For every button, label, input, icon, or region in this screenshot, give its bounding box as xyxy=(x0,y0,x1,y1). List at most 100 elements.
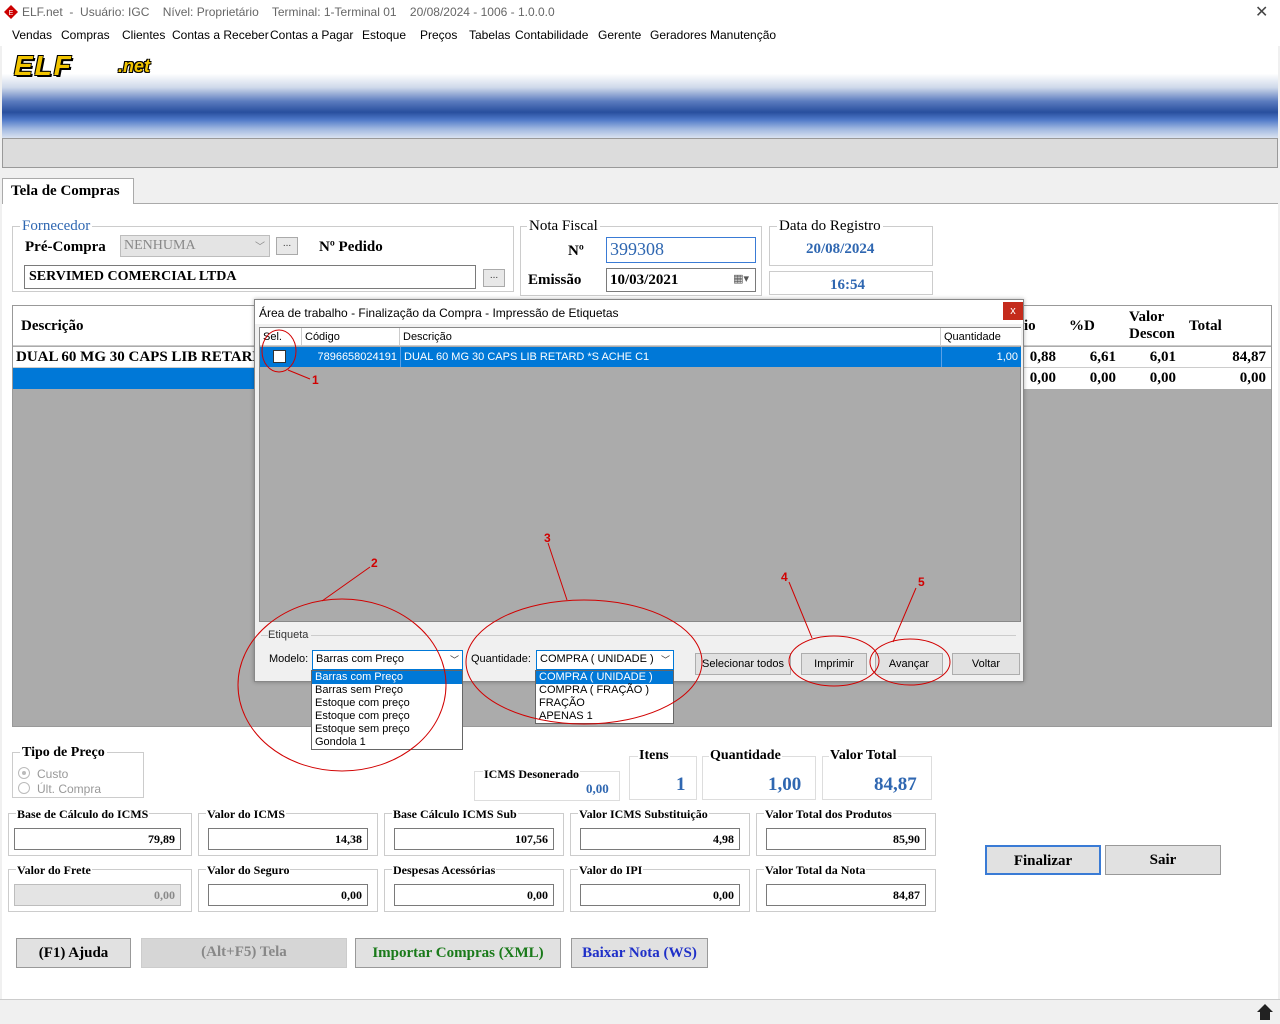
importar-compras-button[interactable]: Importar Compras (XML) xyxy=(355,938,561,968)
menu-contas-receber[interactable]: Contas a Receber xyxy=(172,28,269,42)
col-total: Total xyxy=(1189,318,1222,334)
menu-clientes[interactable]: Clientes xyxy=(122,28,165,42)
sair-button[interactable]: Sair xyxy=(1105,845,1221,875)
menu-gerente[interactable]: Gerente xyxy=(598,28,641,42)
list-item[interactable]: Barras com Preço xyxy=(312,671,462,684)
row2-pd: 0,00 xyxy=(1089,370,1116,386)
row-checkbox[interactable] xyxy=(273,350,286,363)
emissao-date-field[interactable]: 10/03/2021 ▦▾ xyxy=(606,268,756,292)
valor-total-produtos-field[interactable]: 85,90 xyxy=(766,828,926,850)
baixar-nota-button[interactable]: Baixar Nota (WS) xyxy=(571,938,708,968)
quantidade-select[interactable]: COMPRA ( UNIDADE ) ﹀ xyxy=(536,650,674,670)
toolbar-strip xyxy=(2,138,1278,168)
pre-compra-select[interactable]: NENHUMA ﹀ xyxy=(120,235,270,257)
list-item[interactable]: Estoque com preço xyxy=(312,697,462,710)
status-bar xyxy=(0,999,1280,1024)
window-title: ELF.net - Usuário: IGC Nível: Proprietár… xyxy=(22,5,555,19)
list-item[interactable]: Barras sem Preço xyxy=(312,684,462,697)
col-descricao-modal: Descrição xyxy=(400,328,941,346)
despesas-acessorias-field[interactable]: 0,00 xyxy=(394,884,554,906)
close-window-icon[interactable]: ✕ xyxy=(1255,2,1268,22)
tela-button: (Alt+F5) Tela xyxy=(141,938,347,968)
tipo-preco-label: Tipo de Preço xyxy=(20,745,107,761)
base-calculo-icms-sub-label: Base Cálculo ICMS Sub xyxy=(392,807,518,822)
finalizar-button[interactable]: Finalizar xyxy=(985,845,1101,875)
nf-numero-field[interactable]: 399308 xyxy=(606,237,756,263)
icms-desonerado-label: ICMS Desonerado xyxy=(483,767,580,782)
quantidade-total-value: 1,00 xyxy=(768,774,802,795)
menu-contas-pagar[interactable]: Contas a Pagar xyxy=(270,28,353,42)
etiquetas-grid: Sel. Código Descrição Quantidade 7896658… xyxy=(259,327,1021,622)
registro-time: 16:54 xyxy=(830,277,865,293)
row-sel-cell xyxy=(260,347,302,367)
col-pd: %D xyxy=(1069,318,1095,334)
quantidade-dropdown-list: COMPRA ( UNIDADE ) COMPRA ( FRAÇÃO ) FRA… xyxy=(535,670,674,724)
radio-ult-compra-label: Últ. Compra xyxy=(37,782,102,796)
imprimir-button[interactable]: Imprimir xyxy=(801,653,867,675)
valor-total-produtos-label: Valor Total dos Produtos xyxy=(764,807,893,822)
list-item[interactable]: Estoque sem preço xyxy=(312,723,462,736)
calendar-icon[interactable]: ▦▾ xyxy=(733,272,749,285)
annotation-3: 3 xyxy=(544,531,551,545)
dialog-title: Área de trabalho - Finalização da Compra… xyxy=(255,300,1023,324)
despesas-acessorias-label: Despesas Acessórias xyxy=(392,863,497,878)
menu-contabilidade[interactable]: Contabilidade xyxy=(515,28,588,42)
valor-icms-substituicao-field[interactable]: 4,98 xyxy=(580,828,740,850)
tab-tela-compras[interactable]: Tela de Compras xyxy=(2,178,134,204)
row2-total: 0,00 xyxy=(1239,370,1266,386)
menu-estoque[interactable]: Estoque xyxy=(362,28,406,42)
row-quantidade: 1,00 xyxy=(941,347,1021,367)
list-item[interactable]: Gondola 1 xyxy=(312,736,462,749)
valor-total-nota-label: Valor Total da Nota xyxy=(764,863,867,878)
ajuda-button[interactable]: (F1) Ajuda xyxy=(16,938,131,968)
chevron-down-icon: ﹀ xyxy=(449,655,459,665)
itens-value: 1 xyxy=(676,774,686,795)
menu-vendas[interactable]: Vendas xyxy=(12,28,52,42)
emissao-label: Emissão xyxy=(528,272,582,288)
menu-compras[interactable]: Compras xyxy=(61,28,110,42)
pedido-label: Nº Pedido xyxy=(319,239,383,255)
menu-tabelas[interactable]: Tabelas xyxy=(469,28,510,42)
voltar-button[interactable]: Voltar xyxy=(952,653,1020,675)
logo-text: ELF xyxy=(14,50,73,81)
title-bar: E ELF.net - Usuário: IGC Nível: Propriet… xyxy=(0,0,1280,24)
valor-ipi-field[interactable]: 0,00 xyxy=(580,884,740,906)
radio-ult-compra[interactable] xyxy=(18,782,30,794)
row2-valor: 0,00 xyxy=(1149,370,1176,386)
avancar-button[interactable]: Avançar xyxy=(875,653,943,675)
radio-custo[interactable] xyxy=(18,767,30,779)
pre-compra-lookup-button[interactable]: ... xyxy=(276,237,298,255)
list-item[interactable]: FRAÇÃO xyxy=(536,697,673,710)
list-item[interactable]: COMPRA ( UNIDADE ) xyxy=(536,671,673,684)
valor-seguro-field[interactable]: 0,00 xyxy=(208,884,368,906)
etiqueta-divider xyxy=(261,635,1016,636)
row2-io: 0,00 xyxy=(1029,370,1056,386)
pre-compra-value: NENHUMA xyxy=(124,238,196,253)
menu-precos[interactable]: Preços xyxy=(420,28,457,42)
valor-total-nota-field[interactable]: 84,87 xyxy=(766,884,926,906)
dialog-close-button[interactable]: x xyxy=(1003,302,1023,320)
list-item[interactable]: COMPRA ( FRAÇÃO ) xyxy=(536,684,673,697)
modelo-select[interactable]: Barras com Preço ﹀ xyxy=(312,650,463,670)
app-logo-icon: E xyxy=(4,5,18,19)
list-item[interactable]: Estoque com preço xyxy=(312,710,462,723)
selecionar-todos-button[interactable]: Selecionar todos xyxy=(695,653,791,675)
menu-geradores[interactable]: Geradores xyxy=(650,28,707,42)
itens-label: Itens xyxy=(638,748,670,764)
menu-manutencao[interactable]: Manutenção xyxy=(710,28,776,42)
registro-date: 20/08/2024 xyxy=(806,241,875,257)
base-calculo-icms-field[interactable]: 79,89 xyxy=(14,828,181,850)
list-item[interactable]: APENAS 1 xyxy=(536,710,673,723)
valor-frete-label: Valor do Frete xyxy=(16,863,92,878)
menu-bar: Vendas Compras Clientes Contas a Receber… xyxy=(0,24,1280,46)
home-icon[interactable] xyxy=(1256,1003,1274,1021)
supplier-name-field[interactable]: SERVIMED COMERCIAL LTDA xyxy=(24,265,476,289)
base-calculo-icms-label: Base de Cálculo do ICMS xyxy=(16,807,150,822)
col-descricao: Descrição xyxy=(21,318,84,334)
valor-icms-field[interactable]: 14,38 xyxy=(208,828,368,850)
valor-total-label: Valor Total xyxy=(829,748,898,764)
supplier-lookup-button[interactable]: ... xyxy=(483,269,505,287)
valor-icms-substituicao-label: Valor ICMS Substituição xyxy=(578,807,709,822)
quantidade-total-label: Quantidade xyxy=(709,748,782,764)
base-calculo-icms-sub-field[interactable]: 107,56 xyxy=(394,828,554,850)
